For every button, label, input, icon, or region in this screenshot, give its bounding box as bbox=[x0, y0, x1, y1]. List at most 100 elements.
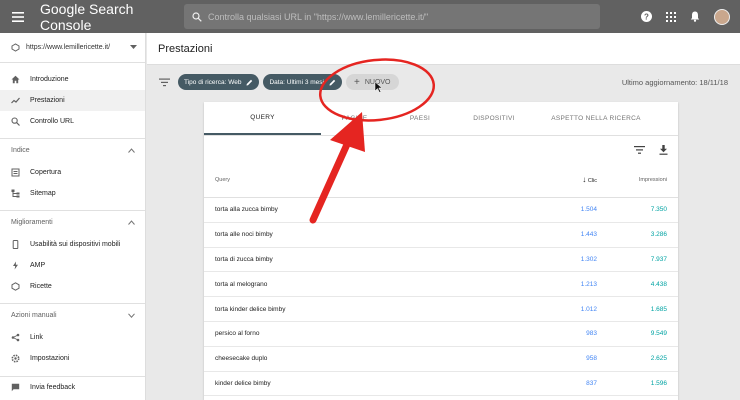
tab-query[interactable]: QUERY bbox=[204, 102, 321, 135]
sidebar-item-prestazioni[interactable]: Prestazioni bbox=[0, 90, 145, 111]
tab-aspetto-nella-ricerca[interactable]: ASPETTO NELLA RICERCA bbox=[536, 102, 656, 135]
tab-paesi[interactable]: PAESI bbox=[388, 102, 452, 135]
sidebar-item-copertura[interactable]: Copertura bbox=[0, 162, 145, 183]
query-cell: persico al forno bbox=[215, 330, 260, 338]
sort-arrow-icon: ↓ bbox=[582, 175, 587, 184]
feedback-icon bbox=[11, 383, 20, 392]
clicks-cell: 1.302 bbox=[580, 255, 597, 263]
sidebar-item-impostazioni[interactable]: Impostazioni bbox=[0, 348, 145, 369]
url-inspection-search[interactable]: Controlla qualsiasi URL in "https://www.… bbox=[184, 4, 600, 29]
filter-icon[interactable] bbox=[159, 78, 170, 87]
sidebar-item-introduzione[interactable]: Introduzione bbox=[0, 69, 145, 90]
section-indice[interactable]: Indice bbox=[0, 138, 145, 162]
sidebar-item-usabilita[interactable]: Usabilità sui dispositivi mobili bbox=[0, 234, 145, 255]
section-miglioramenti[interactable]: Miglioramenti bbox=[0, 210, 145, 234]
table-row[interactable]: persico al forno 983 9.549 bbox=[204, 322, 678, 347]
sidebar-item-ricette[interactable]: Ricette bbox=[0, 276, 145, 297]
sidebar-item-label: Prestazioni bbox=[30, 97, 65, 104]
notifications-icon[interactable] bbox=[690, 11, 700, 22]
query-cell: cheesecake duplo bbox=[215, 355, 268, 363]
home-icon bbox=[11, 75, 20, 84]
search-icon bbox=[11, 117, 20, 126]
impressions-cell: 2.625 bbox=[650, 355, 667, 363]
download-icon[interactable] bbox=[659, 145, 668, 155]
column-clicks-label: Clic bbox=[587, 178, 597, 184]
clicks-cell: 958 bbox=[586, 355, 597, 363]
new-filter-label: NUOVO bbox=[364, 78, 391, 86]
query-cell: torta kinder delice bimby bbox=[215, 305, 286, 313]
clicks-cell: 983 bbox=[586, 330, 597, 338]
table-row[interactable]: torta alla zucca bimby 1.504 7.350 bbox=[204, 198, 678, 223]
chevron-up-icon bbox=[128, 148, 135, 153]
new-filter-button[interactable]: + NUOVO bbox=[345, 74, 399, 90]
sidebar-item-label: AMP bbox=[30, 262, 46, 269]
sidebar-item-invia-feedback[interactable]: Invia feedback bbox=[0, 377, 145, 398]
filter-bar: Tipo di ricerca: Web Data: Ultimi 3 mesi… bbox=[147, 66, 740, 98]
impressions-cell: 4.438 bbox=[650, 280, 667, 288]
tab-pagine[interactable]: PAGINE bbox=[321, 102, 388, 135]
top-bar: Google Search Console Controlla qualsias… bbox=[0, 0, 740, 33]
search-placeholder: Controlla qualsiasi URL in "https://www.… bbox=[208, 11, 429, 22]
property-selector[interactable]: https://www.lemillericette.it/ bbox=[0, 33, 145, 63]
impressions-cell: 3.286 bbox=[650, 231, 667, 239]
clicks-cell: 1.213 bbox=[580, 280, 597, 288]
sidebar-item-sitemap[interactable]: Sitemap bbox=[0, 183, 145, 204]
table-body: torta alla zucca bimby 1.504 7.350 torta al… bbox=[204, 198, 678, 397]
section-azioni-manuali[interactable]: Azioni manuali bbox=[0, 303, 145, 327]
table-row[interactable]: torta al melograno 1.213 4.438 bbox=[204, 272, 678, 298]
column-impressions[interactable]: Impressioni bbox=[597, 177, 667, 183]
page-header: Prestazioni bbox=[147, 33, 740, 65]
date-filter-chip[interactable]: Data: Ultimi 3 mesi bbox=[263, 74, 342, 90]
settings-icon bbox=[11, 354, 20, 363]
link-icon bbox=[11, 333, 20, 342]
performance-table-card: QUERY PAGINE PAESI DISPOSITIVI ASPETTO N… bbox=[204, 102, 678, 400]
sidebar: https://www.lemillericette.it/ Introduzi… bbox=[0, 33, 146, 400]
search-icon bbox=[192, 11, 202, 22]
chevron-up-icon bbox=[128, 220, 135, 225]
sidebar-item-label: Introduzione bbox=[30, 76, 69, 83]
app-title: Google Search Console bbox=[40, 0, 134, 33]
query-cell: torta alle noci bimby bbox=[215, 231, 273, 239]
amp-icon bbox=[13, 261, 18, 270]
table-row[interactable]: torta alle noci bimby 1.443 3.286 bbox=[204, 223, 678, 248]
sidebar-item-label: Link bbox=[30, 334, 43, 341]
dimension-tabs: QUERY PAGINE PAESI DISPOSITIVI ASPETTO N… bbox=[204, 102, 678, 136]
impressions-cell: 7.350 bbox=[650, 206, 667, 214]
filter-icon[interactable] bbox=[634, 146, 645, 154]
svg-text:?: ? bbox=[644, 12, 649, 21]
query-cell: torta alla zucca bimby bbox=[215, 206, 278, 214]
sidebar-item-link[interactable]: Link bbox=[0, 327, 145, 348]
last-updated: Ultimo aggiornamento: 18/11/18 bbox=[621, 77, 728, 87]
column-query[interactable]: Query bbox=[215, 177, 515, 183]
clicks-cell: 1.504 bbox=[580, 206, 597, 214]
chip-label: Data: Ultimi 3 mesi bbox=[269, 78, 324, 86]
property-icon bbox=[11, 43, 20, 52]
sidebar-item-controllo-url[interactable]: Controllo URL bbox=[0, 111, 145, 132]
clicks-cell: 1.443 bbox=[580, 231, 597, 239]
table-row[interactable]: torta di zucca bimby 1.302 7.937 bbox=[204, 248, 678, 273]
column-clicks[interactable]: ↓ Clic bbox=[515, 175, 597, 184]
help-icon[interactable]: ? bbox=[641, 11, 652, 22]
chevron-down-icon bbox=[128, 313, 135, 318]
table-row[interactable]: kinder delice bimby 837 1.596 bbox=[204, 372, 678, 397]
table-tools bbox=[204, 138, 678, 162]
table-row[interactable]: torta kinder delice bimby 1.012 1.685 bbox=[204, 297, 678, 322]
impressions-cell: 1.596 bbox=[650, 379, 667, 387]
apps-icon[interactable] bbox=[666, 11, 676, 22]
search-type-filter-chip[interactable]: Tipo di ricerca: Web bbox=[178, 74, 260, 90]
avatar[interactable] bbox=[714, 8, 730, 25]
menu-icon[interactable] bbox=[0, 0, 36, 33]
sidebar-item-label: Copertura bbox=[30, 169, 62, 176]
coverage-icon bbox=[11, 168, 20, 177]
tab-dispositivi[interactable]: DISPOSITIVI bbox=[452, 102, 536, 135]
sidebar-item-label: Ricette bbox=[30, 283, 52, 290]
section-label: Indice bbox=[11, 147, 30, 154]
sidebar-item-label: Impostazioni bbox=[30, 355, 70, 362]
sidebar-item-amp[interactable]: AMP bbox=[0, 255, 145, 276]
plus-icon: + bbox=[353, 76, 360, 88]
mobile-icon bbox=[12, 240, 19, 249]
edit-icon bbox=[246, 79, 253, 85]
table-row[interactable]: cheesecake duplo 958 2.625 bbox=[204, 347, 678, 372]
query-cell: torta al melograno bbox=[215, 280, 268, 288]
clicks-cell: 837 bbox=[586, 379, 597, 387]
